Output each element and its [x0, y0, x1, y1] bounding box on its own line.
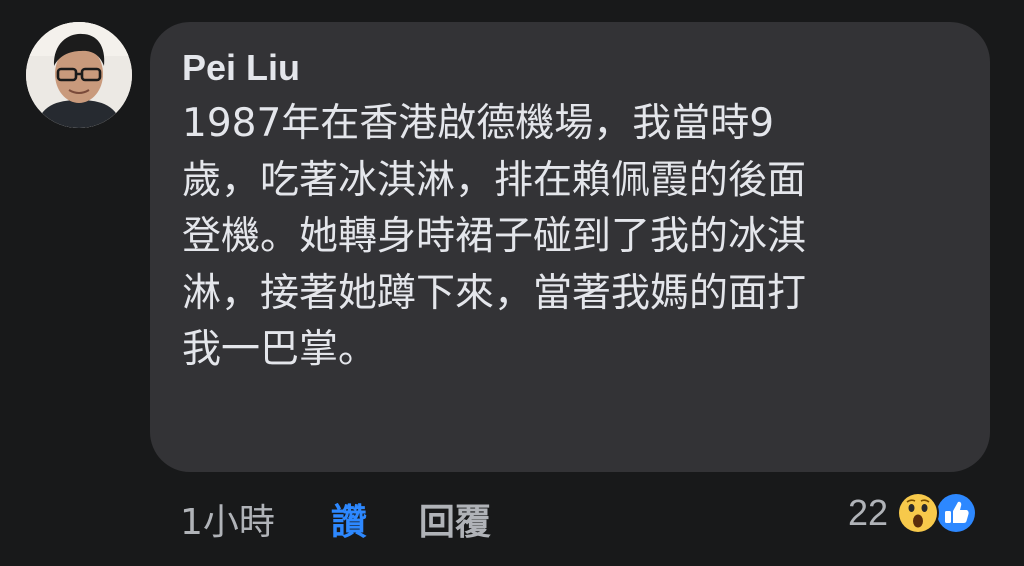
comment-text-line: 淋，接著她蹲下來，當著我媽的面打: [182, 270, 807, 316]
avatar[interactable]: [26, 22, 132, 128]
comment-bubble: Pei Liu 1987年在香港啟德機場，我當時9 歲，吃著冰淇淋，排在賴佩霞的…: [150, 22, 990, 472]
comment-actions: 1小時 讚 回覆: [180, 494, 491, 544]
reaction-count: 22: [848, 492, 889, 533]
comment-text-line: 登機。她轉身時裙子碰到了我的冰淇: [182, 214, 807, 259]
comment-text-line: 我一巴掌。: [182, 327, 378, 372]
reactions-summary[interactable]: 22: [848, 488, 978, 538]
comment-author[interactable]: Pei Liu: [182, 46, 958, 90]
comment-text: 1987年在香港啟德機場，我當時9 歲，吃著冰淇淋，排在賴佩霞的後面 登機。她轉…: [182, 96, 962, 379]
comment-text-line: 1987年在香港啟德機場，我當時9: [182, 101, 775, 146]
comment-text-line: 歲，吃著冰淇淋，排在賴佩霞的後面: [182, 157, 807, 203]
wow-reaction-icon: [896, 491, 940, 535]
comment-thread: Pei Liu 1987年在香港啟德機場，我當時9 歲，吃著冰淇淋，排在賴佩霞的…: [0, 0, 1024, 566]
comment-timestamp[interactable]: 1小時: [180, 493, 275, 545]
avatar-photo: [26, 22, 132, 128]
like-button[interactable]: 讚: [331, 493, 367, 545]
reply-button[interactable]: 回覆: [419, 493, 491, 545]
reaction-icons: [896, 491, 978, 535]
like-reaction-icon: [934, 491, 978, 535]
